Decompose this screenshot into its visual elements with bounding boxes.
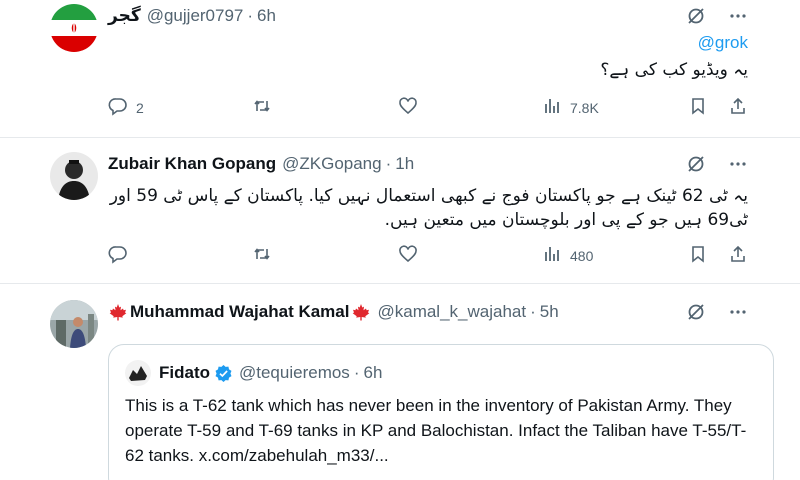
separator-dot: ·: [353, 363, 360, 382]
like-icon: [398, 96, 418, 119]
reply-icon: [108, 244, 128, 267]
avatar[interactable]: [50, 4, 98, 52]
reply-button[interactable]: 2: [108, 96, 144, 119]
bookmark-button[interactable]: [688, 244, 708, 267]
tweet[interactable]: Zubair Khan Gopang @ZKGopang · 1h یہ ٹی …: [0, 138, 800, 284]
share-button[interactable]: [728, 244, 748, 267]
quoted-text: This is a T-62 tank which has never been…: [125, 396, 747, 465]
maple-leaf-icon: [351, 302, 371, 322]
more-icon[interactable]: [728, 6, 748, 31]
verified-badge-icon: [210, 364, 233, 383]
tweet[interactable]: Muhammad Wajahat Kamal @kamal_k_wajahat …: [0, 284, 800, 480]
share-icon: [728, 244, 748, 267]
timestamp[interactable]: 6h: [257, 6, 276, 26]
retweet-icon: [252, 244, 272, 267]
grok-icon[interactable]: [686, 154, 706, 179]
quoted-tweet[interactable]: Fidato @tequieremos · 6h This is a T-62 …: [108, 344, 774, 480]
views-button[interactable]: 7.8K: [542, 96, 599, 119]
more-icon[interactable]: [728, 154, 748, 179]
display-name[interactable]: Muhammad Wajahat Kamal: [130, 302, 349, 322]
more-icon[interactable]: [728, 302, 748, 327]
grok-icon[interactable]: [686, 6, 706, 31]
user-handle[interactable]: @ZKGopang: [282, 154, 381, 174]
retweet-icon: [252, 96, 272, 119]
avatar[interactable]: [50, 152, 98, 200]
user-handle[interactable]: @kamal_k_wajahat: [377, 302, 526, 322]
reply-count: 2: [136, 99, 144, 116]
separator-dot: ·: [247, 6, 254, 25]
display-name[interactable]: گجر: [108, 6, 141, 26]
quoted-handle[interactable]: @tequieremos: [239, 363, 350, 383]
avatar[interactable]: [50, 300, 98, 348]
tweet[interactable]: گجر @gujjer0797 · 6h @grok یہ ویڈیو کب ک…: [0, 0, 800, 138]
like-button[interactable]: [398, 96, 426, 119]
tweet-text: یہ ٹی 62 ٹینک ہے جو پاکستان فوج نے کبھی …: [109, 186, 748, 230]
like-button[interactable]: [398, 244, 426, 267]
quoted-display-name[interactable]: Fidato: [159, 363, 210, 383]
quoted-timestamp[interactable]: 6h: [363, 363, 382, 383]
bookmark-icon: [688, 244, 708, 267]
share-button[interactable]: [728, 96, 748, 119]
views-count: 7.8K: [570, 99, 599, 116]
bookmark-icon: [688, 96, 708, 119]
views-count: 480: [570, 247, 594, 264]
retweet-button[interactable]: [252, 244, 280, 267]
like-icon: [398, 244, 418, 267]
timestamp[interactable]: 5h: [540, 302, 559, 322]
action-bar: 480: [108, 244, 748, 268]
tweet-text: یہ ویڈیو کب کی ہے؟: [600, 60, 748, 80]
user-handle[interactable]: @gujjer0797: [147, 6, 244, 26]
reply-icon: [108, 96, 128, 119]
action-bar: 2 7.8K: [108, 96, 748, 120]
views-icon: [542, 96, 562, 119]
maple-leaf-icon: [108, 302, 128, 322]
separator-dot: ·: [385, 154, 392, 173]
views-button[interactable]: 480: [542, 244, 593, 267]
separator-dot: ·: [530, 302, 536, 321]
timestamp[interactable]: 1h: [395, 154, 414, 174]
display-name[interactable]: Zubair Khan Gopang: [108, 154, 276, 174]
retweet-button[interactable]: [252, 96, 280, 119]
mention-link[interactable]: @grok: [698, 33, 748, 53]
quoted-avatar[interactable]: [125, 360, 151, 386]
reply-button[interactable]: [108, 244, 136, 267]
bookmark-button[interactable]: [688, 96, 708, 119]
grok-icon[interactable]: [686, 302, 706, 327]
share-icon: [728, 96, 748, 119]
views-icon: [542, 244, 562, 267]
